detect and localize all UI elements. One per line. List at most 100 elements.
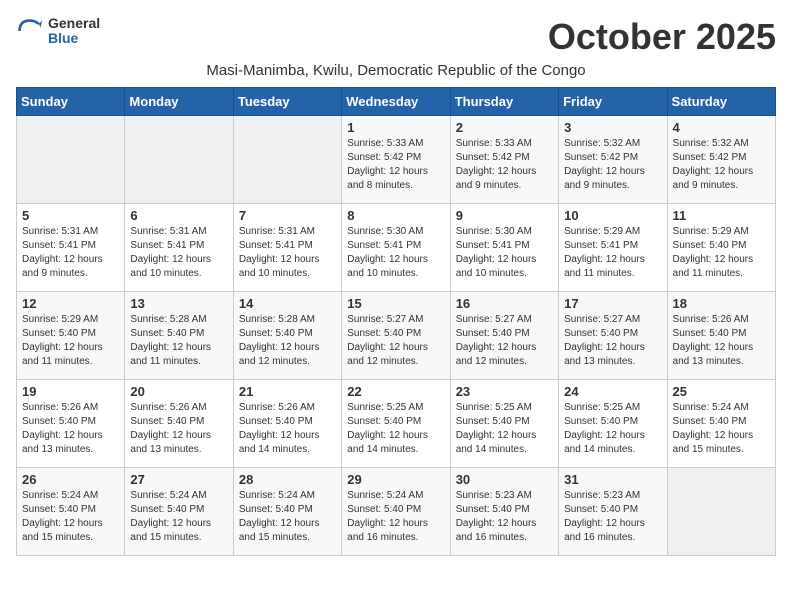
day-info: Sunrise: 5:24 AM Sunset: 5:40 PM Dayligh… <box>130 489 227 545</box>
day-number: 14 <box>239 296 336 311</box>
day-info: Sunrise: 5:25 AM Sunset: 5:40 PM Dayligh… <box>456 401 553 457</box>
day-number: 6 <box>130 208 227 223</box>
logo-text: General Blue <box>48 16 100 47</box>
day-info: Sunrise: 5:28 AM Sunset: 5:40 PM Dayligh… <box>239 313 336 369</box>
calendar-cell: 30 Sunrise: 5:23 AM Sunset: 5:40 PM Dayli… <box>450 468 558 556</box>
calendar-cell <box>17 116 125 204</box>
calendar-cell: 4 Sunrise: 5:32 AM Sunset: 5:42 PM Daylig… <box>667 116 775 204</box>
day-number: 20 <box>130 384 227 399</box>
calendar-cell: 1 Sunrise: 5:33 AM Sunset: 5:42 PM Daylig… <box>342 116 450 204</box>
day-number: 21 <box>239 384 336 399</box>
logo-general: General <box>48 16 100 31</box>
location-title: Masi-Manimba, Kwilu, Democratic Republic… <box>16 62 776 79</box>
calendar-cell: 12Sunrise: 5:29 AM Sunset: 5:40 PM Dayli… <box>17 292 125 380</box>
calendar-cell: 21 Sunrise: 5:26 AM Sunset: 5:40 PM Dayli… <box>233 380 341 468</box>
day-number: 26 <box>22 472 119 487</box>
day-info: Sunrise: 5:24 AM Sunset: 5:40 PM Dayligh… <box>239 489 336 545</box>
day-info: Sunrise: 5:27 AM Sunset: 5:40 PM Dayligh… <box>456 313 553 369</box>
day-number: 17 <box>564 296 661 311</box>
day-info: Sunrise: 5:32 AM Sunset: 5:42 PM Dayligh… <box>564 137 661 193</box>
day-info: Sunrise: 5:29 AM Sunset: 5:40 PM Dayligh… <box>22 313 119 369</box>
day-info: Sunrise: 5:31 AM Sunset: 5:41 PM Dayligh… <box>130 225 227 281</box>
day-info: Sunrise: 5:30 AM Sunset: 5:41 PM Dayligh… <box>347 225 444 281</box>
day-number: 22 <box>347 384 444 399</box>
day-number: 4 <box>673 120 770 135</box>
calendar-cell: 8Sunrise: 5:30 AM Sunset: 5:41 PM Daylig… <box>342 204 450 292</box>
calendar-week-row: 26 Sunrise: 5:24 AM Sunset: 5:40 PM Dayli… <box>17 468 776 556</box>
day-number: 30 <box>456 472 553 487</box>
logo-icon <box>16 17 44 45</box>
day-number: 16 <box>456 296 553 311</box>
calendar-cell: 6 Sunrise: 5:31 AM Sunset: 5:41 PM Daylig… <box>125 204 233 292</box>
calendar-cell <box>233 116 341 204</box>
calendar-cell: 19 Sunrise: 5:26 AM Sunset: 5:40 PM Dayli… <box>17 380 125 468</box>
calendar-cell: 5 Sunrise: 5:31 AM Sunset: 5:41 PM Daylig… <box>17 204 125 292</box>
day-info: Sunrise: 5:29 AM Sunset: 5:40 PM Dayligh… <box>673 225 770 281</box>
day-number: 27 <box>130 472 227 487</box>
day-number: 2 <box>456 120 553 135</box>
calendar-cell: 7Sunrise: 5:31 AM Sunset: 5:41 PM Daylig… <box>233 204 341 292</box>
calendar-cell: 9 Sunrise: 5:30 AM Sunset: 5:41 PM Daylig… <box>450 204 558 292</box>
header-day: Saturday <box>667 88 775 116</box>
day-info: Sunrise: 5:28 AM Sunset: 5:40 PM Dayligh… <box>130 313 227 369</box>
day-number: 3 <box>564 120 661 135</box>
day-number: 9 <box>456 208 553 223</box>
calendar-cell: 15Sunrise: 5:27 AM Sunset: 5:40 PM Dayli… <box>342 292 450 380</box>
day-info: Sunrise: 5:26 AM Sunset: 5:40 PM Dayligh… <box>673 313 770 369</box>
day-info: Sunrise: 5:30 AM Sunset: 5:41 PM Dayligh… <box>456 225 553 281</box>
day-info: Sunrise: 5:31 AM Sunset: 5:41 PM Dayligh… <box>22 225 119 281</box>
calendar-cell <box>667 468 775 556</box>
day-info: Sunrise: 5:27 AM Sunset: 5:40 PM Dayligh… <box>347 313 444 369</box>
day-number: 31 <box>564 472 661 487</box>
calendar-cell: 18 Sunrise: 5:26 AM Sunset: 5:40 PM Dayli… <box>667 292 775 380</box>
calendar-cell: 24Sunrise: 5:25 AM Sunset: 5:40 PM Dayli… <box>559 380 667 468</box>
calendar-cell: 2 Sunrise: 5:33 AM Sunset: 5:42 PM Daylig… <box>450 116 558 204</box>
calendar-cell: 11 Sunrise: 5:29 AM Sunset: 5:40 PM Dayli… <box>667 204 775 292</box>
day-info: Sunrise: 5:23 AM Sunset: 5:40 PM Dayligh… <box>564 489 661 545</box>
day-info: Sunrise: 5:33 AM Sunset: 5:42 PM Dayligh… <box>347 137 444 193</box>
day-number: 29 <box>347 472 444 487</box>
day-number: 7 <box>239 208 336 223</box>
calendar-cell: 31 Sunrise: 5:23 AM Sunset: 5:40 PM Dayli… <box>559 468 667 556</box>
day-number: 19 <box>22 384 119 399</box>
day-number: 5 <box>22 208 119 223</box>
day-info: Sunrise: 5:27 AM Sunset: 5:40 PM Dayligh… <box>564 313 661 369</box>
day-number: 13 <box>130 296 227 311</box>
calendar-cell: 17 Sunrise: 5:27 AM Sunset: 5:40 PM Dayli… <box>559 292 667 380</box>
day-info: Sunrise: 5:23 AM Sunset: 5:40 PM Dayligh… <box>456 489 553 545</box>
day-number: 11 <box>673 208 770 223</box>
header: General Blue October 2025 <box>16 16 776 58</box>
day-number: 28 <box>239 472 336 487</box>
day-number: 24 <box>564 384 661 399</box>
calendar-cell <box>125 116 233 204</box>
day-info: Sunrise: 5:24 AM Sunset: 5:40 PM Dayligh… <box>347 489 444 545</box>
logo-blue: Blue <box>48 31 100 46</box>
calendar-cell: 13 Sunrise: 5:28 AM Sunset: 5:40 PM Dayli… <box>125 292 233 380</box>
day-number: 10 <box>564 208 661 223</box>
calendar-cell: 27 Sunrise: 5:24 AM Sunset: 5:40 PM Dayli… <box>125 468 233 556</box>
month-title: October 2025 <box>548 16 776 58</box>
calendar-cell: 16 Sunrise: 5:27 AM Sunset: 5:40 PM Dayli… <box>450 292 558 380</box>
calendar-cell: 25Sunrise: 5:24 AM Sunset: 5:40 PM Dayli… <box>667 380 775 468</box>
header-day: Wednesday <box>342 88 450 116</box>
calendar-table: SundayMondayTuesdayWednesdayThursdayFrid… <box>16 87 776 556</box>
calendar-cell: 3 Sunrise: 5:32 AM Sunset: 5:42 PM Daylig… <box>559 116 667 204</box>
calendar-week-row: 5 Sunrise: 5:31 AM Sunset: 5:41 PM Daylig… <box>17 204 776 292</box>
calendar-cell: 22Sunrise: 5:25 AM Sunset: 5:40 PM Dayli… <box>342 380 450 468</box>
day-info: Sunrise: 5:26 AM Sunset: 5:40 PM Dayligh… <box>22 401 119 457</box>
calendar-cell: 23Sunrise: 5:25 AM Sunset: 5:40 PM Dayli… <box>450 380 558 468</box>
day-info: Sunrise: 5:24 AM Sunset: 5:40 PM Dayligh… <box>22 489 119 545</box>
day-info: Sunrise: 5:32 AM Sunset: 5:42 PM Dayligh… <box>673 137 770 193</box>
calendar-cell: 20Sunrise: 5:26 AM Sunset: 5:40 PM Dayli… <box>125 380 233 468</box>
header-day: Sunday <box>17 88 125 116</box>
day-info: Sunrise: 5:33 AM Sunset: 5:42 PM Dayligh… <box>456 137 553 193</box>
calendar-cell: 29 Sunrise: 5:24 AM Sunset: 5:40 PM Dayli… <box>342 468 450 556</box>
calendar-cell: 26 Sunrise: 5:24 AM Sunset: 5:40 PM Dayli… <box>17 468 125 556</box>
calendar-cell: 28 Sunrise: 5:24 AM Sunset: 5:40 PM Dayli… <box>233 468 341 556</box>
calendar-week-row: 1 Sunrise: 5:33 AM Sunset: 5:42 PM Daylig… <box>17 116 776 204</box>
day-number: 18 <box>673 296 770 311</box>
day-info: Sunrise: 5:29 AM Sunset: 5:41 PM Dayligh… <box>564 225 661 281</box>
header-row: SundayMondayTuesdayWednesdayThursdayFrid… <box>17 88 776 116</box>
day-number: 1 <box>347 120 444 135</box>
day-info: Sunrise: 5:26 AM Sunset: 5:40 PM Dayligh… <box>239 401 336 457</box>
